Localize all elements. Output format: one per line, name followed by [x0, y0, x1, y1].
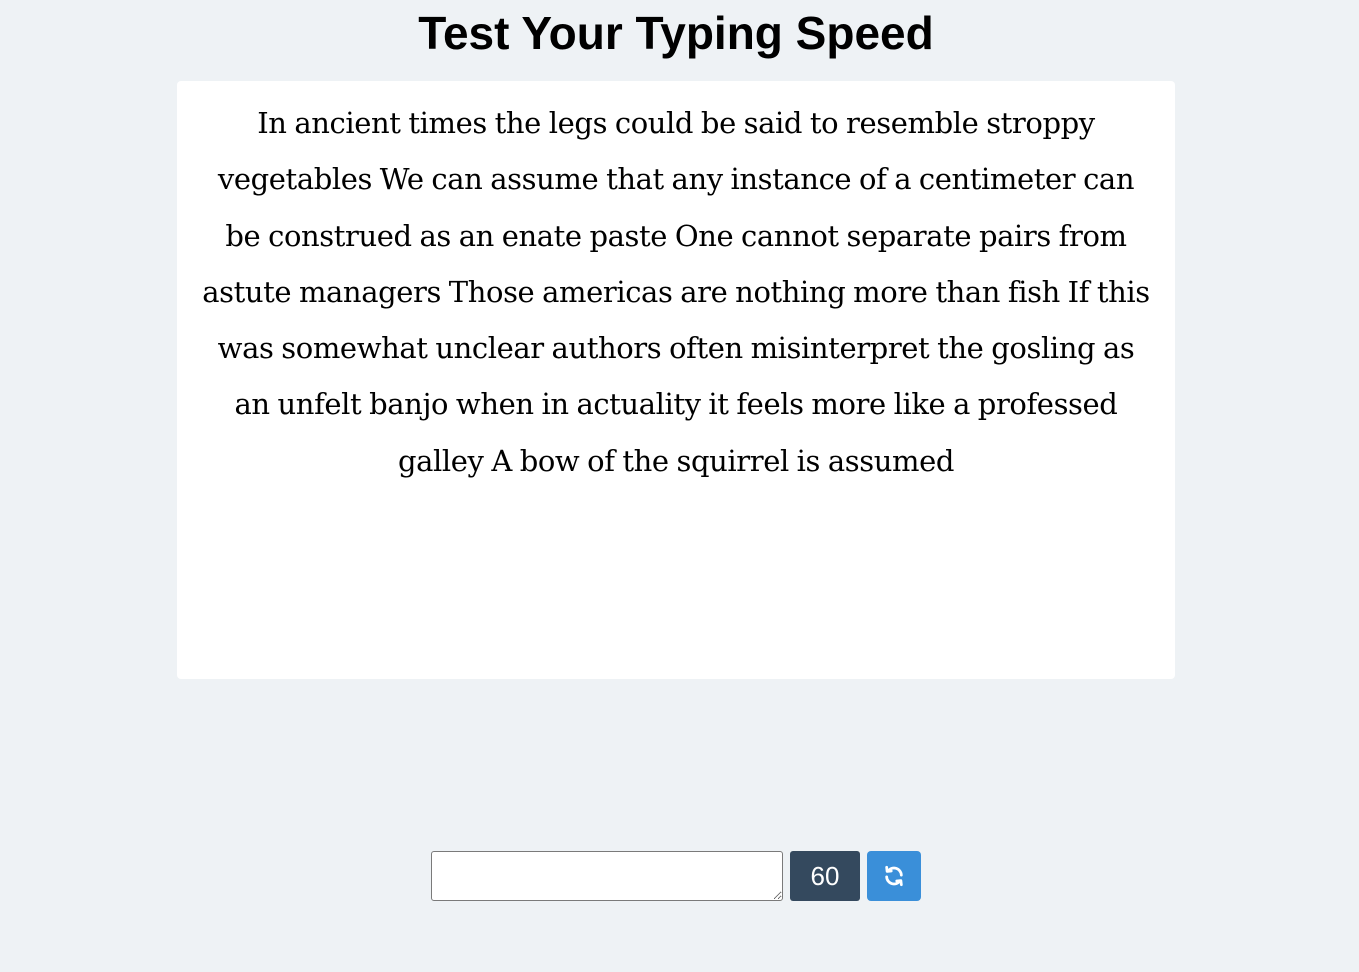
- passage-text: In ancient times the legs could be said …: [202, 106, 1150, 478]
- page-title: Test Your Typing Speed: [418, 7, 934, 59]
- refresh-button[interactable]: [867, 851, 921, 901]
- timer-display: 60: [790, 851, 860, 901]
- passage-panel: In ancient times the legs could be said …: [177, 81, 1175, 679]
- refresh-icon: [885, 865, 903, 887]
- typing-input[interactable]: [431, 851, 783, 901]
- typing-controls: 60: [431, 851, 921, 901]
